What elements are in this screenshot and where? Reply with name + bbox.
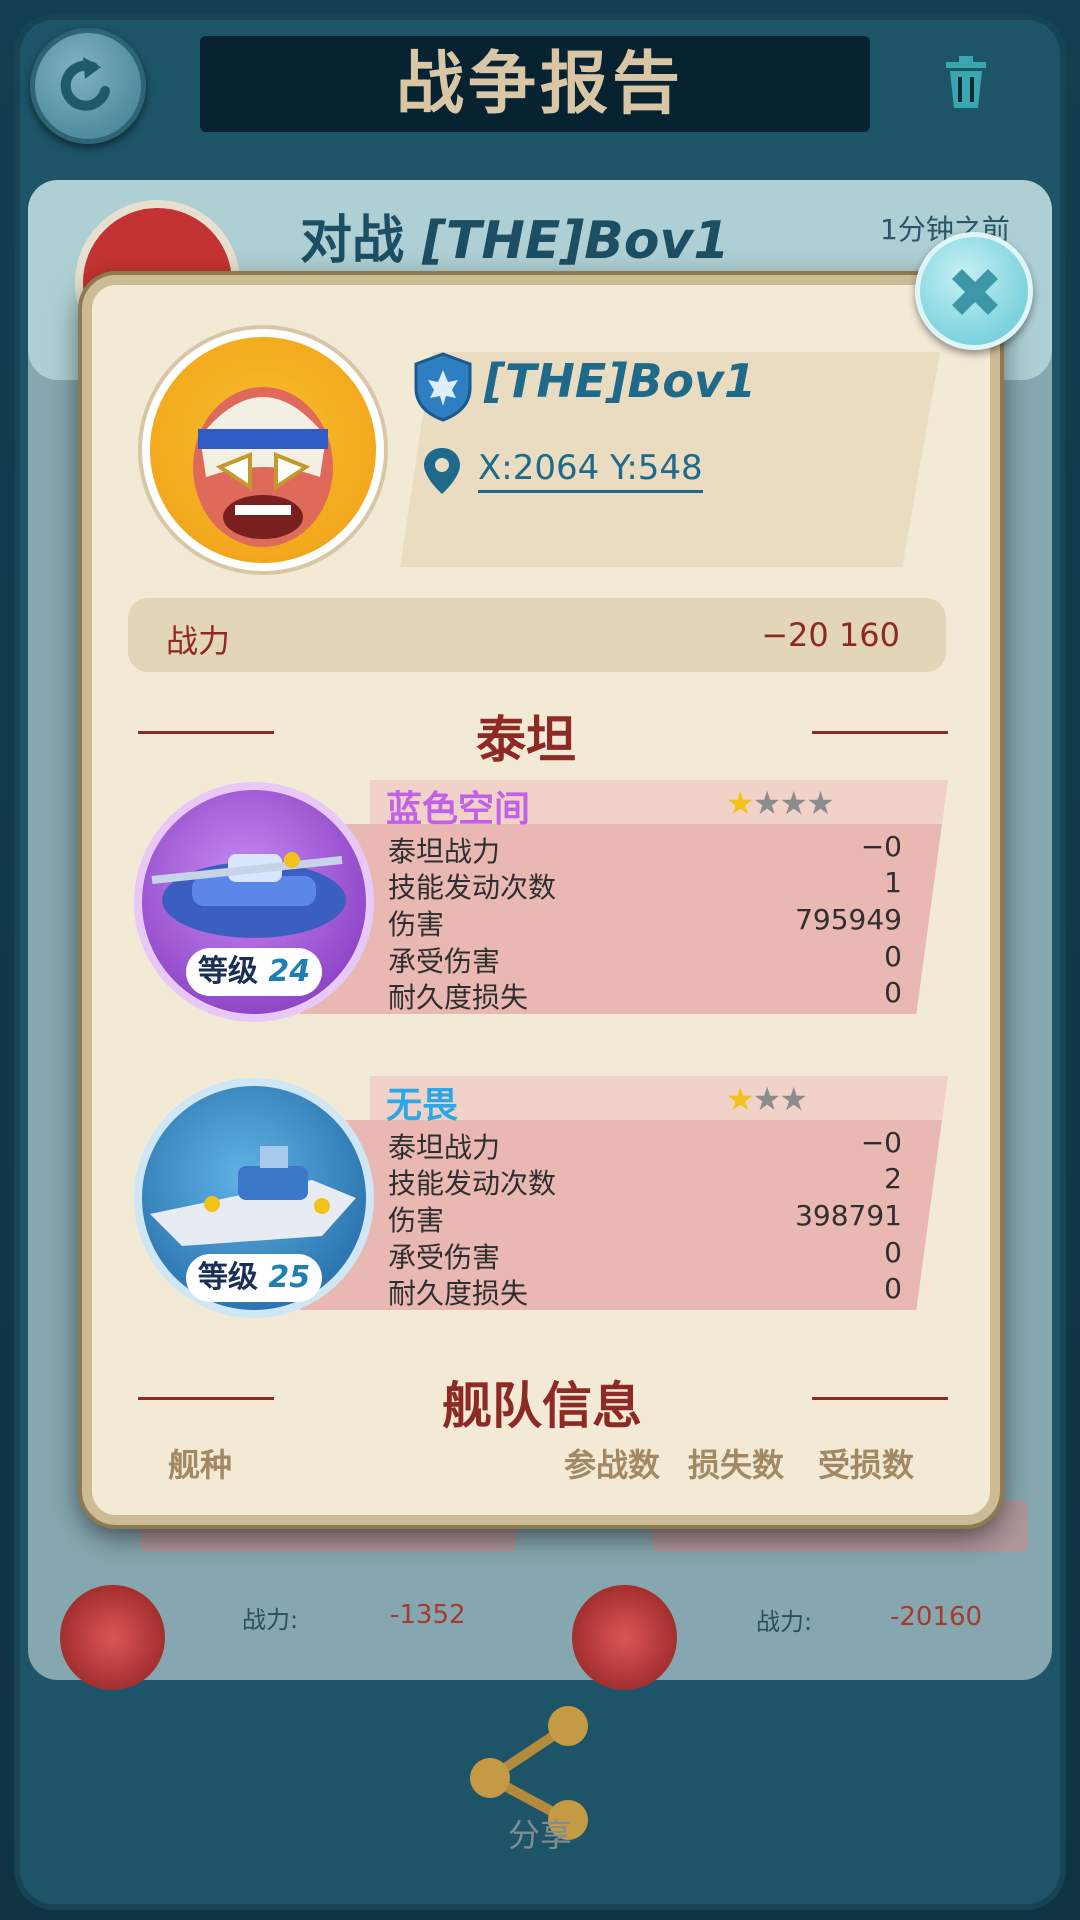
titan-2-level-value: 25 [268,1260,311,1295]
back-arrow-icon [60,57,110,111]
stat-label: 技能发动次数 [388,871,557,904]
stat-value: 0 [884,1272,902,1305]
player-coordinates-link[interactable]: X:2064 Y:548 [478,448,703,493]
fleet-section-title: 舰队信息 [442,1377,642,1435]
masked-brawler-portrait [193,387,333,547]
stat-label: 技能发动次数 [388,1167,557,1200]
right-power-label: 战力: [756,1608,813,1636]
left-power-value: -1352 [390,1600,466,1630]
titan-1-level-label: 等级 [197,954,258,989]
titan-1-stars: ★★★★ [726,784,835,822]
location-pin-icon [424,448,460,494]
fleet-col-damaged: 受损数 [818,1446,915,1484]
stat-label: 承受伤害 [388,945,501,978]
titan-2-stat-row: 伤害 398791 [388,1199,902,1237]
right-ship-icon [572,1585,677,1690]
titan-1-stat-row: 承受伤害 0 [388,940,902,978]
titan-2-stat-row: 承受伤害 0 [388,1236,902,1274]
versus-prefix: 对战 [300,211,405,271]
section-divider-right [812,1397,948,1400]
stat-value: 0 [884,1236,902,1269]
star-filled-icon: ★ [726,1080,755,1118]
player-name: [THE]Bov1 [484,354,757,408]
stat-value: 0 [884,940,902,973]
titan-1-stat-row: 泰坦战力 −0 [388,830,902,868]
section-divider-left [138,731,274,734]
stat-value: 0 [884,976,902,1009]
star-empty-icon: ★ [752,784,782,822]
stat-label: 泰坦战力 [388,835,501,868]
star-empty-icon: ★ [779,784,808,822]
back-button[interactable] [30,28,146,144]
stat-label: 泰坦战力 [388,1131,501,1164]
titan-2-name: 无畏 [386,1085,459,1126]
titan-2-level-label: 等级 [197,1260,258,1295]
stat-label: 伤害 [388,908,445,941]
titan-1-level-badge: 等级 24 [186,948,322,996]
power-label: 战力 [166,622,231,660]
titan-1-stat-row: 技能发动次数 1 [388,866,902,904]
fleet-col-lost: 损失数 [688,1446,785,1484]
titan-2-stat-row: 耐久度损失 0 [388,1272,902,1310]
titan-2-stat-row: 技能发动次数 2 [388,1162,902,1200]
titan-1-stat-row: 伤害 795949 [388,903,902,941]
section-divider-left [138,1397,274,1400]
titan-section-title: 泰坦 [476,711,576,769]
titan-1-stat-row: 耐久度损失 0 [388,976,902,1014]
fleet-col-type: 舰种 [168,1446,233,1484]
opponent-name: [THE]Bov1 [422,211,730,271]
titan-2-stars: ★★★ [726,1080,808,1118]
page-title: 战争报告 [395,45,684,124]
stat-value: 2 [884,1162,902,1195]
stat-value: −0 [860,830,902,863]
star-filled-icon: ★ [726,784,755,822]
player-avatar[interactable] [150,337,376,563]
titan-2-stat-row: 泰坦战力 −0 [388,1126,902,1164]
stat-value: 398791 [795,1199,902,1232]
section-divider-right [812,731,948,734]
left-ship-icon [60,1585,165,1690]
titan-1-name: 蓝色空间 [386,789,531,830]
fleet-col-participated: 参战数 [564,1446,661,1484]
close-button[interactable] [915,232,1033,350]
stat-value: 1 [884,866,902,899]
alliance-shield-icon [414,352,472,422]
stat-label: 承受伤害 [388,1241,501,1274]
star-empty-icon: ★ [806,784,835,822]
share-label[interactable]: 分享 [470,1810,610,1856]
right-power-value: -20160 [890,1602,983,1632]
star-empty-icon: ★ [752,1080,782,1118]
titan-1-level-value: 24 [268,954,311,989]
stat-value: 795949 [795,903,902,936]
stat-label: 耐久度损失 [388,1277,529,1310]
close-icon [952,269,998,315]
stat-label: 伤害 [388,1204,445,1237]
left-power-label: 战力: [242,1606,299,1634]
report-versus: 对战 [THE]Bov1 [300,198,730,273]
titan-2-level-badge: 等级 25 [186,1254,322,1302]
stat-value: −0 [860,1126,902,1159]
stat-label: 耐久度损失 [388,981,529,1014]
power-value: −20 160 [761,616,900,654]
trash-icon[interactable] [936,52,996,112]
star-empty-icon: ★ [779,1080,808,1118]
